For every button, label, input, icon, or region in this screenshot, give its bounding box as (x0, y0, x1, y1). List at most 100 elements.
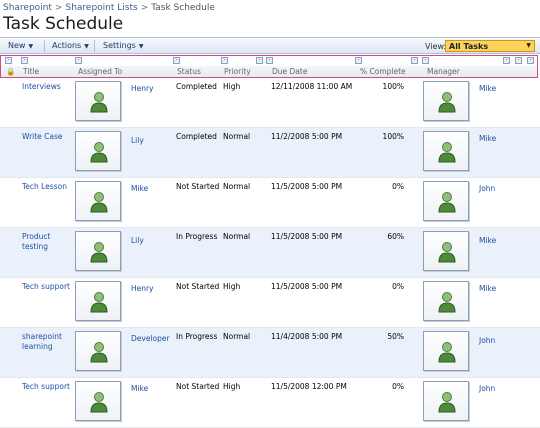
person-icon (438, 92, 456, 113)
person-icon (90, 242, 108, 263)
filter-toggle-icon[interactable]: - (527, 57, 534, 64)
new-label: New (8, 41, 26, 50)
task-title-link[interactable]: sharepoint learning (22, 332, 70, 352)
filter-toggle-icon[interactable]: - (503, 57, 510, 64)
dropdown-arrow-icon: ▼ (138, 43, 144, 50)
person-icon (438, 342, 456, 363)
view-label: View: (425, 42, 447, 51)
person-icon (90, 192, 108, 213)
task-title-link[interactable]: Tech support (22, 382, 70, 392)
breadcrumb-link-sharepoint[interactable]: Sharepoint (3, 3, 52, 13)
filter-toggle-icon[interactable]: - (355, 57, 362, 64)
person-icon (438, 292, 456, 313)
column-header-priority[interactable]: Priority (224, 67, 251, 76)
dropdown-arrow-icon: ▼ (28, 43, 34, 50)
person-icon (90, 392, 108, 413)
breadcrumb-link-sharepoint-lists[interactable]: Sharepoint Lists (65, 3, 137, 13)
manager-avatar (423, 181, 469, 221)
status-value: Not Started (176, 182, 220, 191)
manager-avatar (423, 381, 469, 421)
assigned-avatar (75, 81, 121, 121)
due-date-value: 11/5/2008 5:00 PM (271, 232, 343, 241)
manager-avatar (423, 131, 469, 171)
person-icon (438, 142, 456, 163)
status-value: In Progress (176, 332, 218, 341)
manager-avatar (423, 81, 469, 121)
manager-link[interactable]: John (479, 384, 495, 394)
priority-value: Normal (223, 132, 251, 141)
percent-complete-value: 0% (392, 282, 404, 291)
manager-link[interactable]: Mike (479, 284, 496, 294)
toolbar-divider (94, 40, 95, 52)
column-header-title[interactable]: Title (23, 67, 39, 76)
toolbar-divider (44, 40, 45, 52)
task-title-link[interactable]: Product testing (22, 232, 70, 252)
assigned-to-link[interactable]: Developer (131, 334, 170, 344)
status-value: Not Started (176, 282, 220, 291)
assigned-to-link[interactable]: Mike (131, 384, 148, 394)
due-date-value: 11/4/2008 5:00 PM (271, 332, 343, 341)
filter-toggle-icon[interactable]: - (173, 57, 180, 64)
filter-toggle-icon[interactable]: - (221, 57, 228, 64)
dropdown-arrow-icon: ▼ (526, 42, 531, 49)
person-icon (90, 292, 108, 313)
filter-toggle-icon[interactable]: - (515, 57, 522, 64)
priority-value: High (223, 382, 241, 391)
column-header-due-date[interactable]: Due Date (272, 67, 307, 76)
priority-value: Normal (223, 182, 251, 191)
percent-complete-value: 100% (382, 82, 404, 91)
page-title: Task Schedule (3, 14, 124, 34)
filter-toggle-icon[interactable]: - (21, 57, 28, 64)
task-title-link[interactable]: Tech support (22, 282, 70, 292)
column-headers: 🔒 Title Assigned To Status Priority Due … (1, 66, 537, 77)
column-header-percent-complete[interactable]: % Complete (360, 67, 406, 76)
column-header-assigned-to[interactable]: Assigned To (78, 67, 122, 76)
assigned-to-link[interactable]: Henry (131, 284, 154, 294)
due-date-value: 11/2/2008 5:00 PM (271, 132, 343, 141)
assigned-to-link[interactable]: Henry (131, 84, 154, 94)
manager-link[interactable]: Mike (479, 236, 496, 246)
table-row: Product testing Lily In Progress Normal … (0, 228, 540, 278)
assigned-avatar (75, 181, 121, 221)
filter-toggle-icon[interactable]: - (5, 57, 12, 64)
view-select[interactable]: All Tasks ▼ (445, 40, 535, 52)
person-icon (90, 92, 108, 113)
manager-link[interactable]: John (479, 184, 495, 194)
assigned-avatar (75, 381, 121, 421)
assigned-to-link[interactable]: Lily (131, 136, 144, 146)
filter-row: - - - - - - - - - - - - - (1, 57, 537, 65)
table-row: Tech support Mike Not Started High 11/5/… (0, 378, 540, 428)
filter-toggle-icon[interactable]: - (411, 57, 418, 64)
priority-value: High (223, 82, 241, 91)
status-value: Completed (176, 82, 217, 91)
filter-toggle-icon[interactable]: - (422, 57, 429, 64)
filter-toggle-icon[interactable]: - (75, 57, 82, 64)
new-menu-button[interactable]: New ▼ (8, 41, 33, 50)
percent-complete-value: 50% (387, 332, 404, 341)
filter-toggle-icon[interactable]: - (266, 57, 273, 64)
assigned-to-link[interactable]: Lily (131, 236, 144, 246)
manager-avatar (423, 331, 469, 371)
breadcrumb-current: Task Schedule (151, 3, 215, 13)
assigned-to-link[interactable]: Mike (131, 184, 148, 194)
breadcrumb-separator: > (140, 3, 149, 13)
due-date-value: 11/5/2008 5:00 PM (271, 182, 343, 191)
actions-menu-button[interactable]: Actions ▼ (52, 41, 89, 50)
task-title-link[interactable]: Tech Lesson (22, 182, 70, 192)
settings-menu-button[interactable]: Settings ▼ (103, 41, 143, 50)
manager-link[interactable]: Mike (479, 134, 496, 144)
person-icon (438, 192, 456, 213)
column-header-status[interactable]: Status (177, 67, 201, 76)
manager-link[interactable]: Mike (479, 84, 496, 94)
filter-toggle-icon[interactable]: - (256, 57, 263, 64)
task-title-link[interactable]: Interviews (22, 82, 70, 92)
status-value: In Progress (176, 232, 218, 241)
column-header-manager[interactable]: Manager (427, 67, 460, 76)
percent-complete-value: 100% (382, 132, 404, 141)
attachment-icon: 🔒 (6, 67, 16, 76)
person-icon (438, 242, 456, 263)
assigned-avatar (75, 331, 121, 371)
percent-complete-value: 0% (392, 182, 404, 191)
manager-link[interactable]: John (479, 336, 495, 346)
task-title-link[interactable]: Write Case (22, 132, 70, 142)
